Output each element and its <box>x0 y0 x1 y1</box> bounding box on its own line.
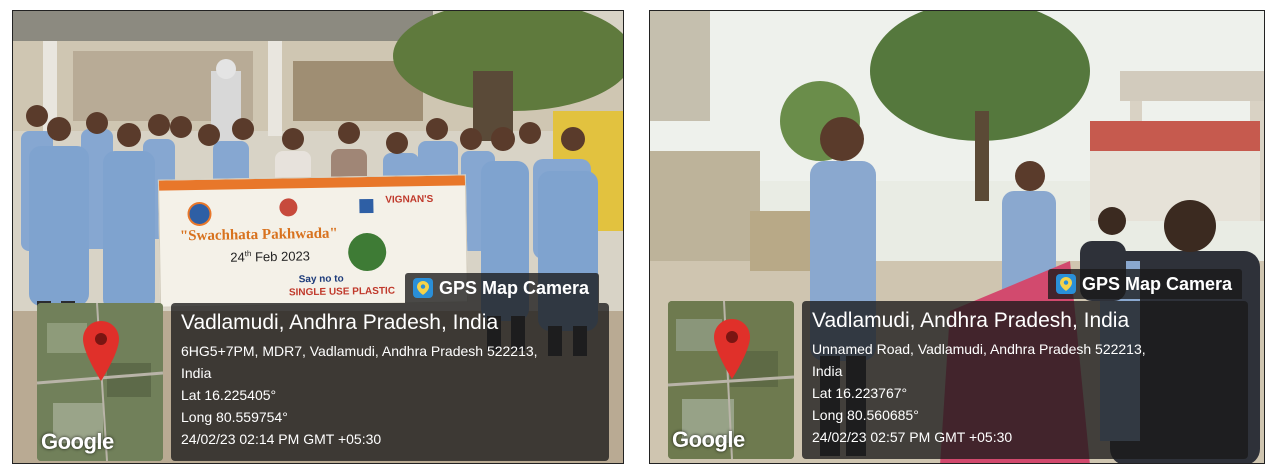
location-name: Vadlamudi, Andhra Pradesh, India <box>181 311 499 334</box>
banner-say-no: Say no to <box>298 273 344 286</box>
location-info-panel: Vadlamudi, Andhra Pradesh, India Unnamed… <box>802 301 1248 459</box>
banner-logo-1 <box>187 201 212 227</box>
longitude: Long 80.559754° <box>181 409 288 425</box>
gps-camera-tag: GPS Map Camera <box>1048 269 1243 299</box>
gps-camera-tag: GPS Map Camera <box>405 273 600 303</box>
banner-date-sup: th <box>244 249 252 259</box>
banner-org: VIGNAN'S <box>385 193 434 206</box>
location-name: Vadlamudi, Andhra Pradesh, India <box>812 309 1130 332</box>
banner-single-use: SINGLE USE PLASTIC <box>288 285 396 299</box>
location-pin-icon <box>714 319 750 379</box>
longitude: Long 80.560685° <box>812 407 919 423</box>
map-thumbnail: Google <box>37 303 163 461</box>
gps-camera-label: GPS Map Camera <box>439 277 590 298</box>
map-pin-app-icon <box>413 278 433 298</box>
map-pin-app-icon <box>1056 274 1076 294</box>
latitude: Lat 16.225405° <box>181 387 277 403</box>
banner-logo-3 <box>359 198 374 214</box>
gps-camera-label: GPS Map Camera <box>1082 273 1233 294</box>
address-line-1: Unnamed Road, Vadlamudi, Andhra Pradesh … <box>812 341 1146 357</box>
map-thumbnail: Google <box>668 301 794 459</box>
address-line-1: 6HG5+7PM, MDR7, Vadlamudi, Andhra Prades… <box>181 343 538 359</box>
address-line-2: India <box>181 365 212 381</box>
geo-overlay: Google Vadlamudi, Andhra Pradesh, India … <box>668 301 1248 459</box>
banner-date-rest: Feb 2023 <box>254 248 311 265</box>
map-brand: Google <box>41 429 114 454</box>
banner-logo-2 <box>279 198 298 217</box>
latitude: Lat 16.223767° <box>812 385 908 401</box>
banner-date-day: 24 <box>230 249 245 265</box>
banner-date: 24th Feb 2023 <box>230 248 311 265</box>
map-brand: Google <box>672 427 745 452</box>
banner-title: "Swachhata Pakhwada" <box>179 225 338 245</box>
address-line-2: India <box>812 363 843 379</box>
photo-right: GPS Map Camera Google Vadlamudi, Andhra … <box>649 10 1265 464</box>
location-pin-icon <box>83 321 119 381</box>
timestamp: 24/02/23 02:14 PM GMT +05:30 <box>181 431 382 447</box>
location-info-panel: Vadlamudi, Andhra Pradesh, India 6HG5+7P… <box>171 303 609 461</box>
photo-left: VIGNAN'S "Swachhata Pakhwada" 24th Feb 2… <box>12 10 624 464</box>
banner-globe-icon <box>347 232 387 272</box>
geo-overlay: Google Vadlamudi, Andhra Pradesh, India … <box>37 303 609 461</box>
timestamp: 24/02/23 02:57 PM GMT +05:30 <box>812 429 1013 445</box>
